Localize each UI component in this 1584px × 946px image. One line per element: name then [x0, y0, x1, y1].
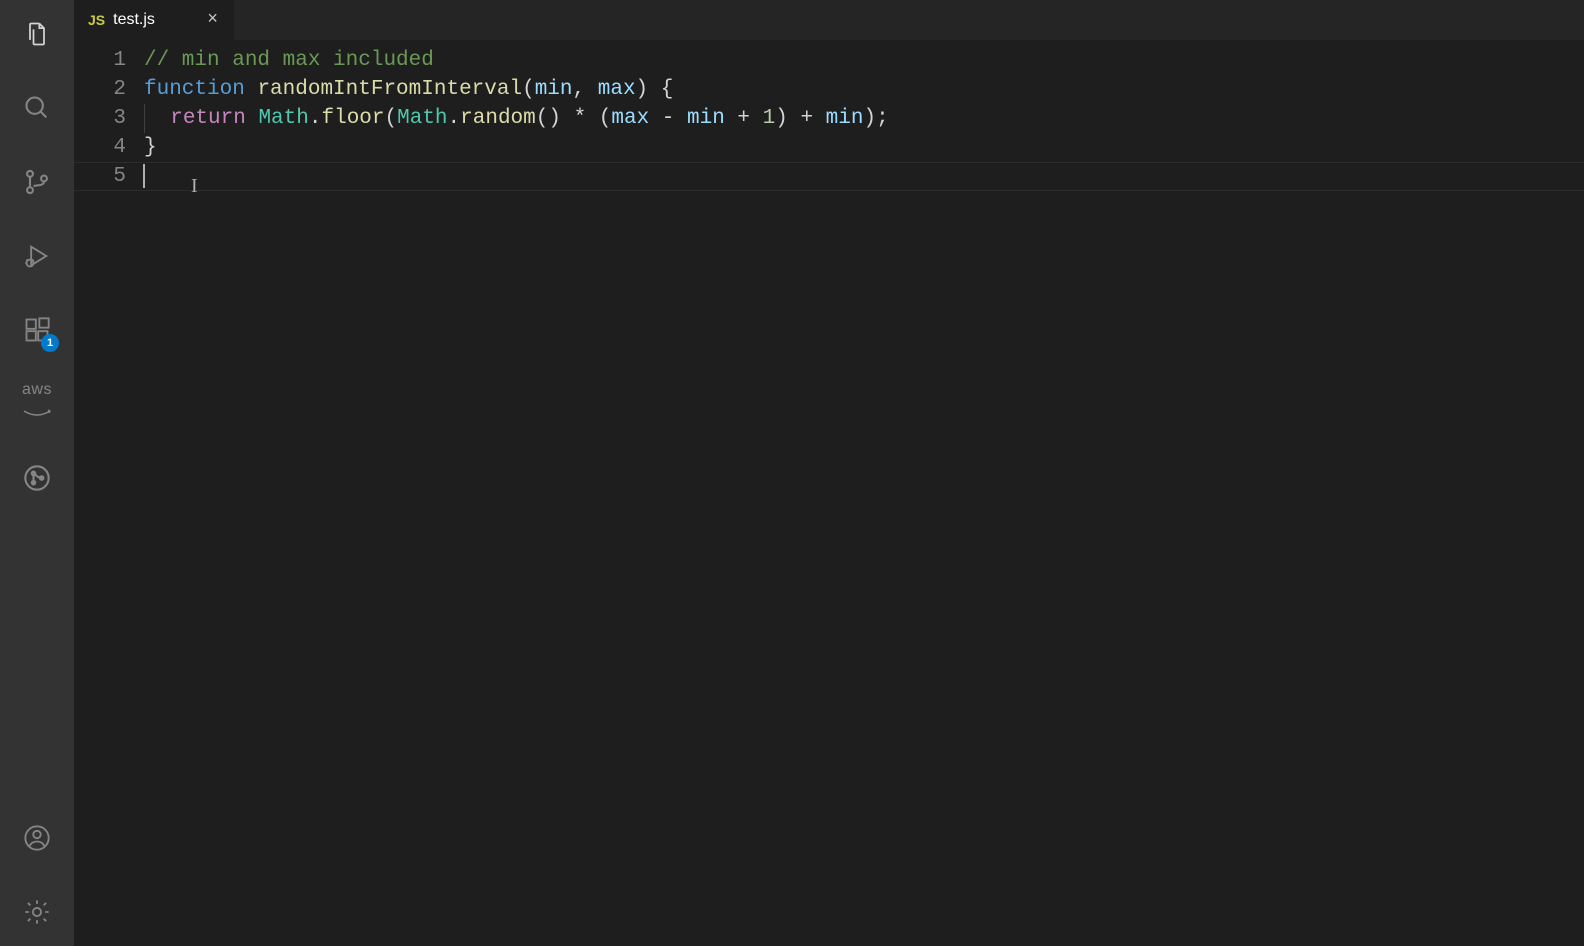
activity-bar-bottom [13, 814, 61, 936]
extensions-badge: 1 [41, 334, 59, 352]
run-debug-icon[interactable] [13, 232, 61, 280]
git-graph-icon[interactable] [13, 454, 61, 502]
main-area: JS test.js × 1 2 3 4 5 // min and max in… [74, 0, 1584, 946]
activity-bar: 1 aws [0, 0, 74, 946]
code-line-1[interactable]: // min and max included [144, 46, 1584, 75]
line-number: 3 [74, 104, 126, 133]
text-cursor [143, 164, 145, 188]
aws-icon[interactable]: aws [13, 380, 61, 428]
code-line-5[interactable]: I [144, 162, 1584, 191]
line-number: 2 [74, 75, 126, 104]
source-control-icon[interactable] [13, 158, 61, 206]
gutter: 1 2 3 4 5 [74, 46, 144, 946]
code-line-3[interactable]: return Math.floor(Math.random() * (max -… [144, 104, 1584, 133]
aws-label: aws [22, 381, 52, 399]
explorer-icon[interactable] [13, 10, 61, 58]
settings-icon[interactable] [13, 888, 61, 936]
code-line-2[interactable]: function randomIntFromInterval(min, max)… [144, 75, 1584, 104]
mouse-ibeam-icon: I [191, 172, 198, 201]
tab-bar: JS test.js × [74, 0, 1584, 40]
account-icon[interactable] [13, 814, 61, 862]
tab-test-js[interactable]: JS test.js × [74, 0, 234, 40]
extensions-icon[interactable]: 1 [13, 306, 61, 354]
line-number: 4 [74, 133, 126, 162]
line-number: 1 [74, 46, 126, 75]
close-icon[interactable]: × [203, 9, 222, 31]
js-file-icon: JS [88, 12, 105, 28]
line-number: 5 [74, 162, 126, 191]
search-icon[interactable] [13, 84, 61, 132]
activity-bar-top: 1 aws [13, 10, 61, 502]
tab-label: test.js [113, 11, 155, 29]
code-line-4[interactable]: } [144, 133, 1584, 162]
editor[interactable]: 1 2 3 4 5 // min and max included functi… [74, 40, 1584, 946]
code-area[interactable]: // min and max included function randomI… [144, 46, 1584, 946]
